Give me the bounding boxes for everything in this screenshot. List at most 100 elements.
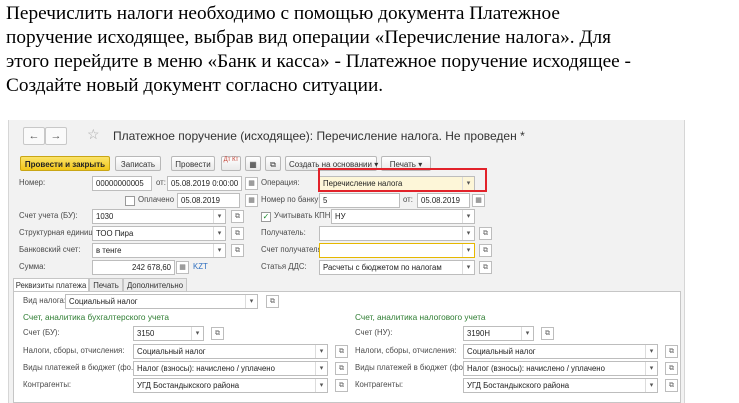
- dds-dropdown-icon[interactable]: ▾: [462, 261, 474, 274]
- dds-field[interactable]: Расчеты с бюджетом по налогам ▾: [319, 260, 475, 275]
- counterparty-dropdown-icon[interactable]: ▾: [315, 379, 327, 392]
- dt-kt-icon[interactable]: Дт Кт: [221, 156, 241, 171]
- taxes-field-right[interactable]: Социальный налог ▾: [463, 344, 658, 359]
- favorite-star-icon[interactable]: ☆: [87, 126, 100, 143]
- recipient-field[interactable]: ▾: [319, 226, 475, 241]
- open-icon[interactable]: ⧉: [479, 261, 492, 274]
- counterparty-label-left: Контрагенты:: [23, 380, 72, 389]
- bank-account-value: в тенге: [96, 246, 122, 255]
- account-field[interactable]: 1030 ▾: [92, 209, 226, 224]
- forward-button[interactable]: →: [45, 127, 67, 145]
- date-field[interactable]: 05.08.2019 0:00:00: [167, 176, 242, 191]
- unit-field[interactable]: ТОО Пира ▾: [92, 226, 226, 241]
- open-icon[interactable]: ⧉: [335, 379, 348, 392]
- kpn-field[interactable]: НУ ▾: [331, 209, 475, 224]
- instruction-line-3: этого перейдите в меню «Банк и касса» - …: [6, 51, 631, 72]
- tax-type-dropdown-icon[interactable]: ▾: [245, 295, 257, 308]
- payment-type-field-left[interactable]: Налог (взносы): начислено / уплачено ▾: [133, 361, 328, 376]
- account-dropdown-icon[interactable]: ▾: [213, 210, 225, 223]
- bu-account-label: Счет (БУ):: [23, 328, 60, 337]
- open-icon[interactable]: ⧉: [231, 244, 244, 257]
- taxes-label-right: Налоги, сборы, отчисления:: [355, 346, 457, 355]
- tab-payment-details[interactable]: Реквизиты платежа: [13, 278, 89, 292]
- back-button[interactable]: ←: [23, 127, 45, 145]
- operation-highlight: [318, 168, 487, 192]
- tax-type-field[interactable]: Социальный налог ▾: [65, 294, 258, 309]
- bank-number-field[interactable]: 5: [319, 193, 400, 208]
- kpn-checkbox[interactable]: ✓: [261, 212, 271, 222]
- post-and-close-button[interactable]: Провести и закрыть: [20, 156, 110, 171]
- bank-account-label: Банковский счет:: [19, 245, 81, 254]
- unit-dropdown-icon[interactable]: ▾: [213, 227, 225, 240]
- open-icon[interactable]: ⧉: [479, 244, 492, 257]
- left-section-title: Счет, аналитика бухгалтерского учета: [23, 312, 169, 322]
- bank-account-dropdown-icon[interactable]: ▾: [213, 244, 225, 257]
- recipient-account-dropdown-icon[interactable]: ▾: [462, 244, 474, 257]
- open-icon[interactable]: ⧉: [231, 227, 244, 240]
- counterparty-dropdown-icon[interactable]: ▾: [645, 379, 657, 392]
- tab-print[interactable]: Печать: [89, 278, 123, 291]
- payment-type-dropdown-icon[interactable]: ▾: [315, 362, 327, 375]
- number-label: Номер:: [19, 178, 46, 187]
- bank-date-from-label: от:: [403, 195, 413, 204]
- open-icon[interactable]: ⧉: [231, 210, 244, 223]
- open-icon[interactable]: ⧉: [665, 345, 678, 358]
- payment-type-dropdown-icon[interactable]: ▾: [645, 362, 657, 375]
- payment-type-value-right: Налог (взносы): начислено / уплачено: [467, 364, 605, 373]
- number-field[interactable]: 00000000005: [92, 176, 152, 191]
- payment-type-value-left: Налог (взносы): начислено / уплачено: [137, 364, 275, 373]
- account-value: 1030: [96, 212, 114, 221]
- open-icon[interactable]: ⧉: [479, 227, 492, 240]
- sum-field[interactable]: 242 678,60: [92, 260, 175, 275]
- open-icon[interactable]: ⧉: [335, 345, 348, 358]
- paid-checkbox[interactable]: [125, 196, 135, 206]
- taxes-dropdown-icon[interactable]: ▾: [315, 345, 327, 358]
- document-window: ← → ☆ Платежное поручение (исходящее): П…: [8, 120, 685, 403]
- open-icon[interactable]: ⧉: [211, 327, 224, 340]
- paid-label: Оплачено: [138, 195, 175, 204]
- unit-value: ТОО Пира: [96, 229, 134, 238]
- payment-type-label-left: Виды платежей в бюджет (фо...: [23, 363, 138, 372]
- open-icon[interactable]: ⧉: [665, 379, 678, 392]
- kpn-label: Учитывать КПН: [274, 211, 331, 220]
- open-icon[interactable]: ⧉: [665, 362, 678, 375]
- open-icon[interactable]: ⧉: [266, 295, 279, 308]
- tab-additional[interactable]: Дополнительно: [123, 278, 187, 291]
- calendar-icon[interactable]: ▦: [472, 194, 485, 207]
- right-section-title: Счет, аналитика налогового учета: [355, 312, 486, 322]
- taxes-dropdown-icon[interactable]: ▾: [645, 345, 657, 358]
- bu-account-value: 3150: [137, 329, 155, 338]
- bank-account-field[interactable]: в тенге ▾: [92, 243, 226, 258]
- recipient-dropdown-icon[interactable]: ▾: [462, 227, 474, 240]
- taxes-field-left[interactable]: Социальный налог ▾: [133, 344, 328, 359]
- kpn-value: НУ: [335, 212, 346, 221]
- open-icon[interactable]: ⧉: [335, 362, 348, 375]
- counterparty-field-right[interactable]: УГД Бостандыкского района ▾: [463, 378, 658, 393]
- recipient-account-field[interactable]: ▾: [319, 243, 475, 258]
- nu-account-dropdown-icon[interactable]: ▾: [521, 327, 533, 340]
- bu-account-dropdown-icon[interactable]: ▾: [191, 327, 203, 340]
- save-button[interactable]: Записать: [115, 156, 161, 171]
- calendar-icon[interactable]: ▦: [245, 194, 258, 207]
- open-icon[interactable]: ⧉: [541, 327, 554, 340]
- bu-account-field[interactable]: 3150 ▾: [133, 326, 204, 341]
- paid-date-field[interactable]: 05.08.2019: [177, 193, 240, 208]
- counterparty-value-right: УГД Бостандыкского района: [467, 381, 570, 390]
- payment-type-field-right[interactable]: Налог (взносы): начислено / уплачено ▾: [463, 361, 658, 376]
- instruction-line-4: Создайте новый документ согласно ситуаци…: [6, 75, 384, 96]
- post-button[interactable]: Провести: [171, 156, 215, 171]
- currency-link[interactable]: KZT: [193, 262, 208, 271]
- calendar-icon[interactable]: ▦: [245, 177, 258, 190]
- nu-account-field[interactable]: 3190Н ▾: [463, 326, 534, 341]
- counterparty-field-left[interactable]: УГД Бостандыкского района ▾: [133, 378, 328, 393]
- operation-label: Операция:: [261, 178, 300, 187]
- calculator-icon[interactable]: ▦: [176, 261, 189, 274]
- sum-label: Сумма:: [19, 262, 46, 271]
- bank-date-field[interactable]: 05.08.2019: [417, 193, 470, 208]
- journal-icon[interactable]: ▦: [245, 156, 261, 171]
- kpn-dropdown-icon[interactable]: ▾: [462, 210, 474, 223]
- table-icon[interactable]: ⧉: [265, 156, 281, 171]
- nu-account-label: Счет (НУ):: [355, 328, 393, 337]
- unit-label: Структурная единица:: [19, 228, 100, 237]
- tax-type-value: Социальный налог: [69, 297, 138, 306]
